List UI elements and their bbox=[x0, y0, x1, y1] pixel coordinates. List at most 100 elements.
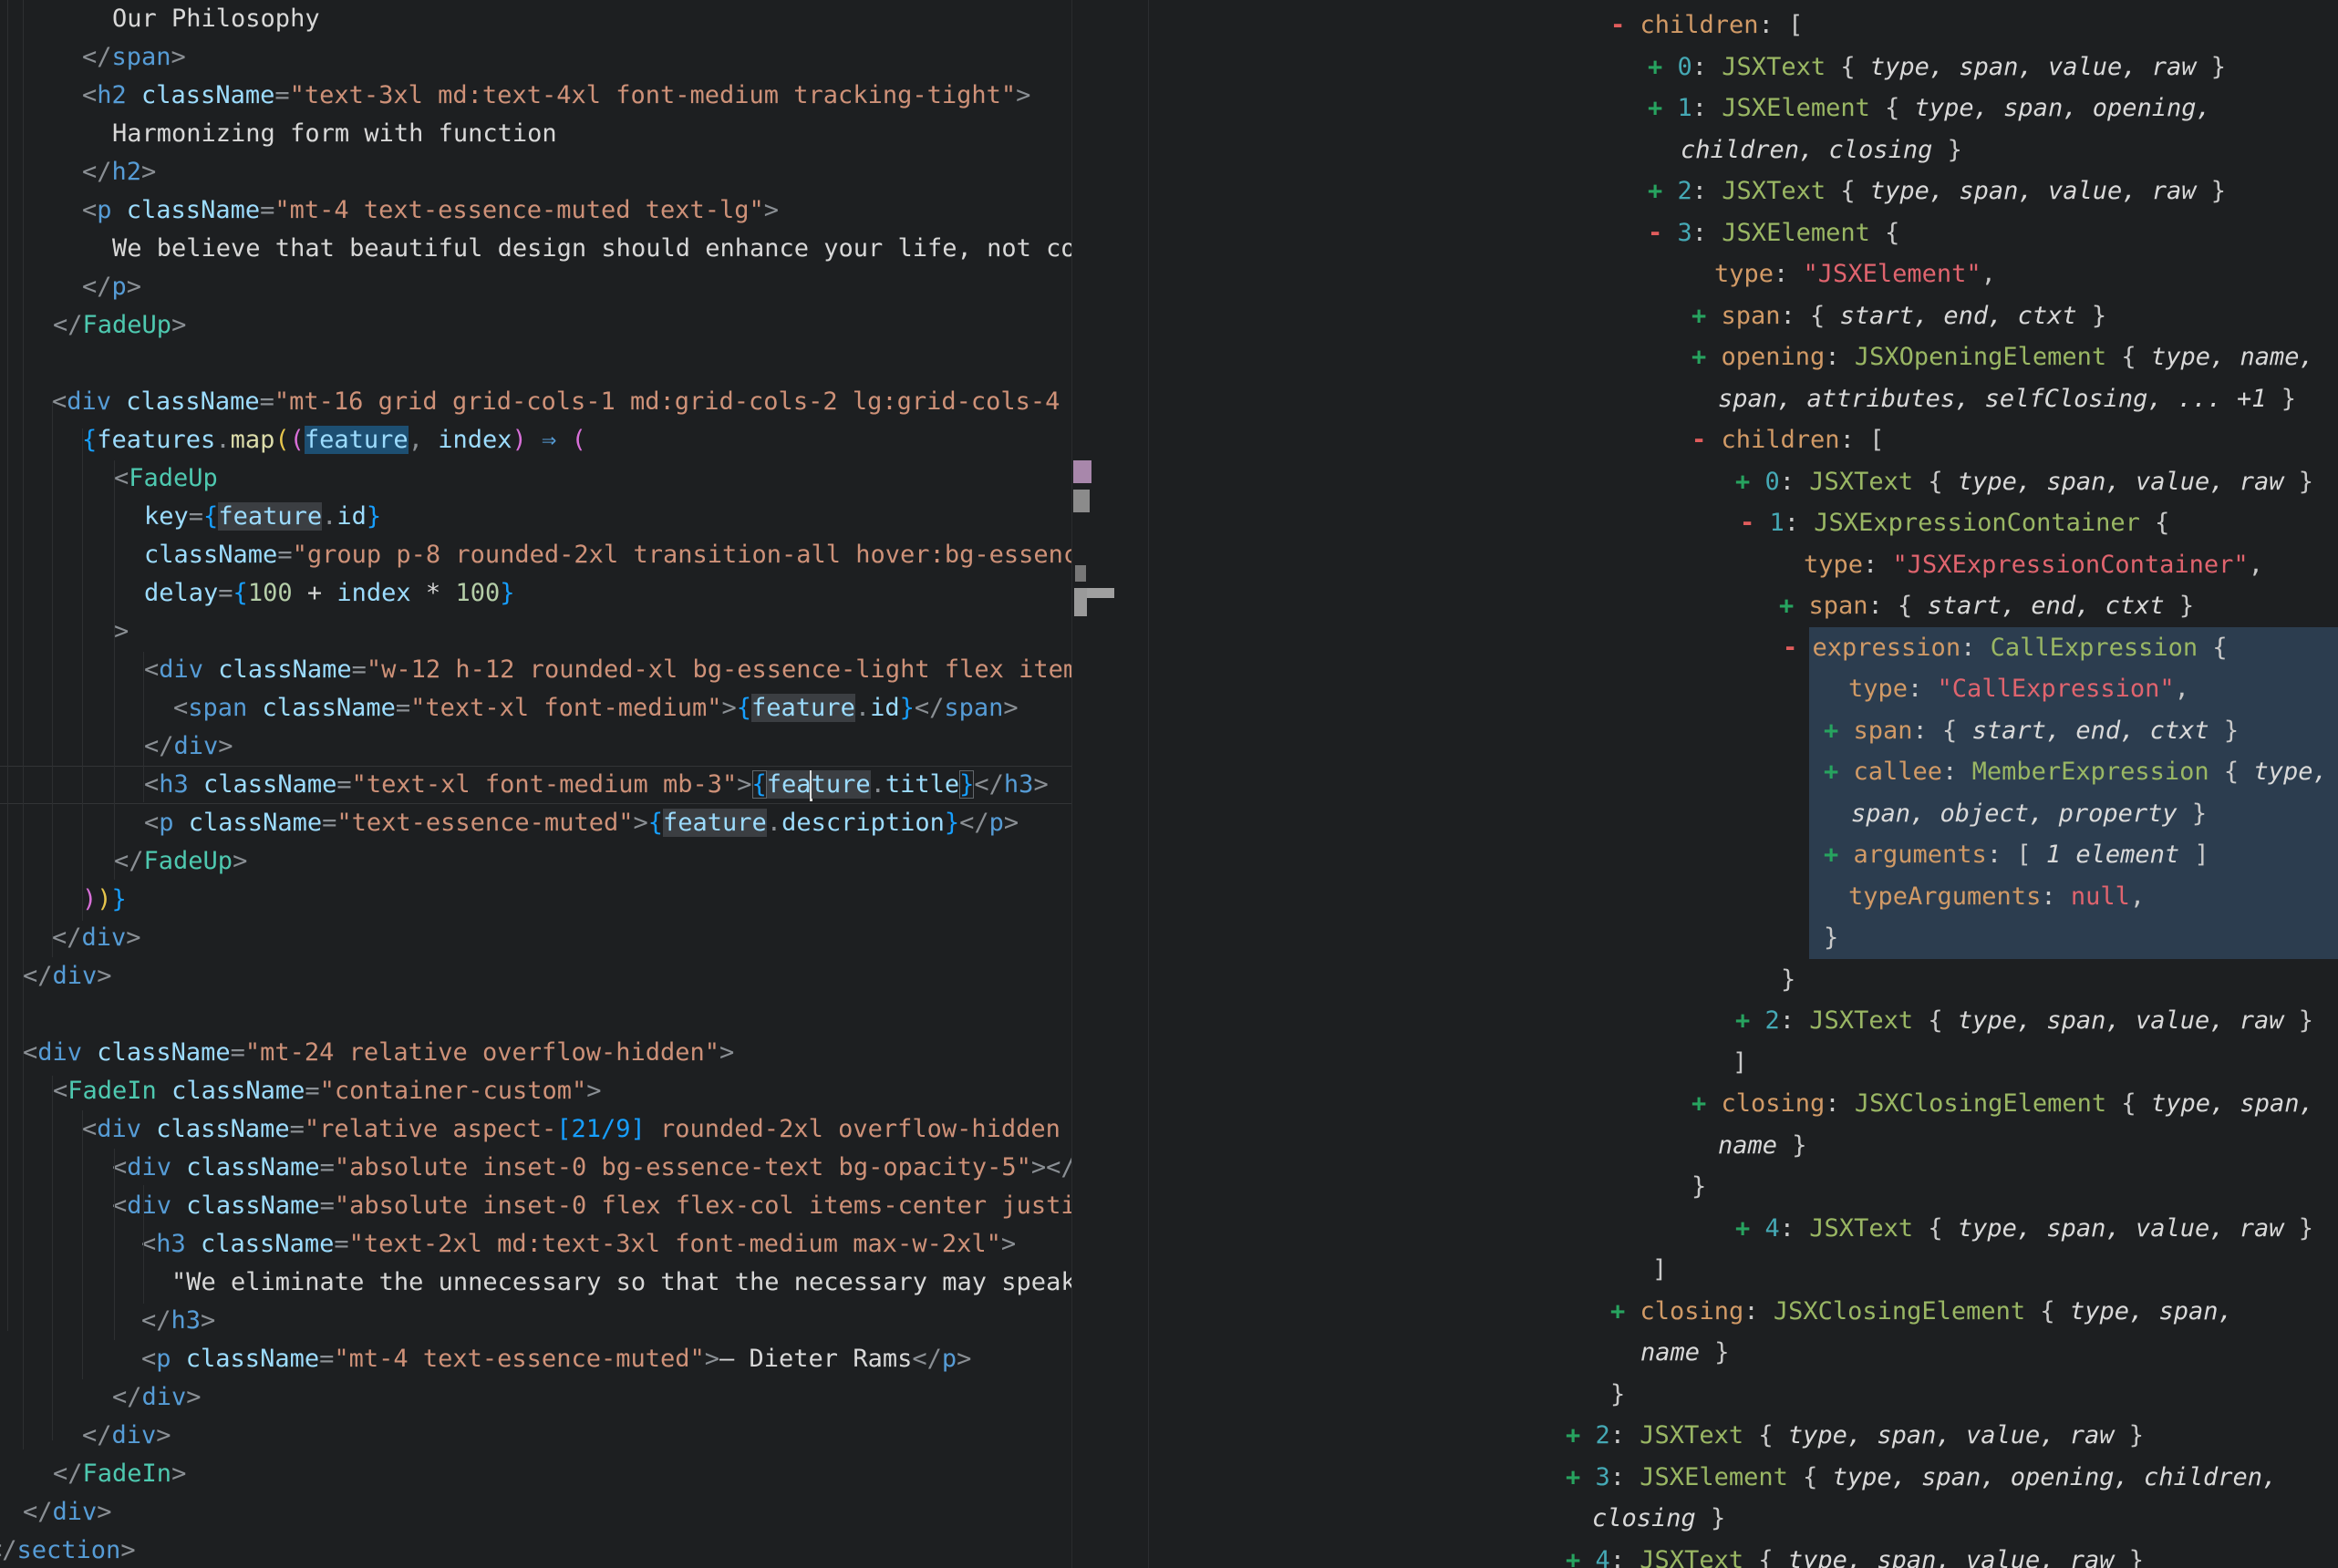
ast-node-line[interactable]: - 3: JSXElement { bbox=[1648, 212, 1899, 253]
code-line[interactable]: <div className="absolute inset-0 flex fl… bbox=[112, 1187, 1072, 1225]
expand-node-icon[interactable]: + bbox=[1691, 343, 1722, 371]
code-line[interactable]: <FadeUp bbox=[114, 459, 218, 498]
expand-node-icon[interactable]: + bbox=[1735, 468, 1765, 496]
ast-node-line[interactable]: + span: { start, end, ctxt } bbox=[1824, 710, 2239, 751]
code-editor-pane[interactable]: Our Philosophy</span><h2 className="text… bbox=[0, 0, 1072, 1568]
code-line[interactable]: </FadeIn> bbox=[53, 1455, 186, 1493]
code-line[interactable]: <p className="mt-4 text-essence-muted te… bbox=[82, 191, 779, 230]
code-line[interactable]: </section> bbox=[0, 1532, 136, 1568]
code-line[interactable]: delay={100 + index * 100} bbox=[144, 574, 514, 613]
code-line[interactable]: </h3> bbox=[141, 1302, 215, 1340]
ast-node-line[interactable]: + 0: JSXText { type, span, value, raw } bbox=[1735, 461, 2313, 502]
ast-node-line[interactable]: type: "JSXExpressionContainer", bbox=[1804, 544, 2263, 585]
ast-node-line[interactable]: typeArguments: null, bbox=[1848, 876, 2145, 917]
expand-node-icon[interactable]: + bbox=[1691, 1089, 1722, 1118]
ast-tree-pane[interactable]: - children: [+ 0: JSXText { type, span, … bbox=[1072, 0, 2338, 1568]
expand-node-icon[interactable]: + bbox=[1648, 177, 1678, 205]
ast-node-line[interactable]: - expression: CallExpression { bbox=[1783, 627, 2228, 668]
ast-node-line[interactable]: + arguments: [ 1 element ] bbox=[1824, 834, 2209, 875]
code-line[interactable]: Our Philosophy bbox=[112, 0, 320, 38]
ast-node-line[interactable]: span, attributes, selfClosing, ... +1 } bbox=[1718, 378, 2296, 419]
ast-node-line[interactable]: + 2: JSXText { type, span, value, raw } bbox=[1566, 1415, 2144, 1456]
code-line[interactable]: <p className="mt-4 text-essence-muted">—… bbox=[141, 1340, 971, 1378]
expand-node-icon[interactable]: + bbox=[1691, 302, 1722, 330]
ast-node-line[interactable]: + closing: JSXClosingElement { type, spa… bbox=[1610, 1291, 2233, 1332]
code-line[interactable]: </div> bbox=[52, 919, 141, 957]
code-line[interactable]: </div> bbox=[23, 1493, 112, 1532]
ast-node-line[interactable]: ] bbox=[1733, 1042, 1747, 1083]
code-line[interactable]: <div className="mt-16 grid grid-cols-1 m… bbox=[52, 383, 1072, 421]
expand-node-icon[interactable]: + bbox=[1566, 1421, 1596, 1449]
code-line[interactable]: <div className="w-12 h-12 rounded-xl bg-… bbox=[144, 651, 1072, 689]
code-line[interactable]: <div className="absolute inset-0 bg-esse… bbox=[112, 1149, 1072, 1187]
code-line[interactable]: </h2> bbox=[82, 153, 156, 191]
code-line[interactable]: </div> bbox=[23, 957, 112, 995]
code-line[interactable]: Harmonizing form with function bbox=[112, 115, 557, 153]
ast-node-line[interactable]: closing } bbox=[1592, 1498, 1725, 1539]
ast-node-line[interactable]: + span: { start, end, ctxt } bbox=[1691, 295, 2106, 336]
expand-node-icon[interactable]: + bbox=[1824, 717, 1854, 745]
code-line[interactable]: key={feature.id} bbox=[144, 498, 381, 536]
code-line[interactable]: <h3 className="text-2xl md:text-3xl font… bbox=[141, 1225, 1016, 1264]
ast-node-line[interactable]: + 2: JSXText { type, span, value, raw } bbox=[1648, 170, 2226, 211]
ast-node-line[interactable]: + span: { start, end, ctxt } bbox=[1779, 585, 2194, 626]
ast-node-line[interactable]: - 1: JSXExpressionContainer { bbox=[1740, 502, 2169, 543]
expand-node-icon[interactable]: + bbox=[1648, 94, 1678, 122]
collapse-node-icon[interactable]: - bbox=[1740, 509, 1770, 537]
ast-node-line[interactable]: type: "JSXElement", bbox=[1714, 253, 1996, 294]
expand-node-icon[interactable]: + bbox=[1566, 1463, 1596, 1491]
code-line[interactable]: {features.map((feature, index) ⇒ ( bbox=[82, 421, 586, 459]
ast-node-line[interactable]: + 2: JSXText { type, span, value, raw } bbox=[1735, 1000, 2313, 1041]
expand-node-icon[interactable]: + bbox=[1779, 592, 1809, 620]
code-line[interactable]: "We eliminate the unnecessary so that th… bbox=[171, 1264, 1072, 1302]
ast-node-line[interactable]: } bbox=[1691, 1166, 1706, 1207]
ast-node-line[interactable]: ] bbox=[1652, 1249, 1667, 1290]
code-line[interactable]: <div className="mt-24 relative overflow-… bbox=[23, 1034, 734, 1072]
code-line[interactable]: </FadeUp> bbox=[53, 306, 186, 345]
ast-node-line[interactable]: + 1: JSXElement { type, span, opening, bbox=[1648, 88, 2211, 129]
code-line[interactable]: </div> bbox=[82, 1417, 171, 1455]
code-line[interactable]: <h2 className="text-3xl md:text-4xl font… bbox=[82, 77, 1030, 115]
ast-node-line[interactable]: + 0: JSXText { type, span, value, raw } bbox=[1648, 46, 2226, 88]
ast-node-line[interactable]: name } bbox=[1640, 1332, 1730, 1373]
collapse-node-icon[interactable]: - bbox=[1610, 11, 1640, 39]
ast-node-line[interactable]: + 4: JSXText { type, span, value, raw } bbox=[1566, 1540, 2144, 1568]
ast-node-line[interactable]: name } bbox=[1718, 1125, 1807, 1166]
code-line[interactable]: <p className="text-essence-muted">{featu… bbox=[144, 804, 1019, 842]
ast-node-line[interactable]: - children: [ bbox=[1610, 5, 1803, 46]
code-line[interactable]: <h3 className="text-xl font-medium mb-3"… bbox=[144, 766, 1049, 804]
code-line[interactable]: </div> bbox=[144, 727, 233, 766]
collapse-node-icon[interactable]: - bbox=[1648, 219, 1678, 247]
expand-node-icon[interactable]: + bbox=[1735, 1214, 1765, 1243]
expand-node-icon[interactable]: + bbox=[1648, 53, 1678, 81]
code-line[interactable]: className="group p-8 rounded-2xl transit… bbox=[144, 536, 1072, 574]
code-line[interactable]: </FadeUp> bbox=[114, 842, 247, 881]
expand-node-icon[interactable]: + bbox=[1735, 1006, 1765, 1035]
code-line[interactable]: <span className="text-xl font-medium">{f… bbox=[173, 689, 1019, 727]
expand-node-icon[interactable]: + bbox=[1566, 1546, 1596, 1568]
ast-node-line[interactable]: type: "CallExpression", bbox=[1848, 668, 2189, 709]
ast-node-line[interactable]: } bbox=[1610, 1374, 1625, 1415]
ast-node-line[interactable]: - children: [ bbox=[1691, 419, 1884, 460]
code-line[interactable]: <FadeIn className="container-custom"> bbox=[53, 1072, 602, 1110]
expand-node-icon[interactable]: + bbox=[1610, 1297, 1640, 1326]
code-line[interactable]: </p> bbox=[82, 268, 141, 306]
code-line[interactable]: We believe that beautiful design should … bbox=[112, 230, 1072, 268]
ast-node-line[interactable]: + 3: JSXElement { type, span, opening, c… bbox=[1566, 1457, 2277, 1498]
collapse-node-icon[interactable]: - bbox=[1783, 634, 1813, 662]
code-line[interactable]: </div> bbox=[112, 1378, 202, 1417]
ast-node-line[interactable]: children, closing } bbox=[1681, 129, 1962, 170]
ast-node-line[interactable]: + callee: MemberExpression { type, bbox=[1824, 751, 2328, 792]
ast-node-line[interactable]: + 4: JSXText { type, span, value, raw } bbox=[1735, 1208, 2313, 1249]
code-line[interactable]: </span> bbox=[82, 38, 186, 77]
ast-node-line[interactable]: span, object, property } bbox=[1851, 793, 2207, 834]
code-line[interactable]: > bbox=[114, 613, 129, 651]
ast-node-line[interactable]: + closing: JSXClosingElement { type, spa… bbox=[1691, 1083, 2314, 1124]
code-line[interactable]: ))} bbox=[82, 881, 127, 919]
expand-node-icon[interactable]: + bbox=[1824, 758, 1854, 786]
code-line[interactable]: <div className="relative aspect-[21/9] r… bbox=[82, 1110, 1072, 1149]
ast-node-line[interactable]: + opening: JSXOpeningElement { type, nam… bbox=[1691, 336, 2314, 377]
ast-node-line[interactable]: } bbox=[1781, 959, 1795, 1000]
expand-node-icon[interactable]: + bbox=[1824, 841, 1854, 869]
collapse-node-icon[interactable]: - bbox=[1691, 426, 1722, 454]
